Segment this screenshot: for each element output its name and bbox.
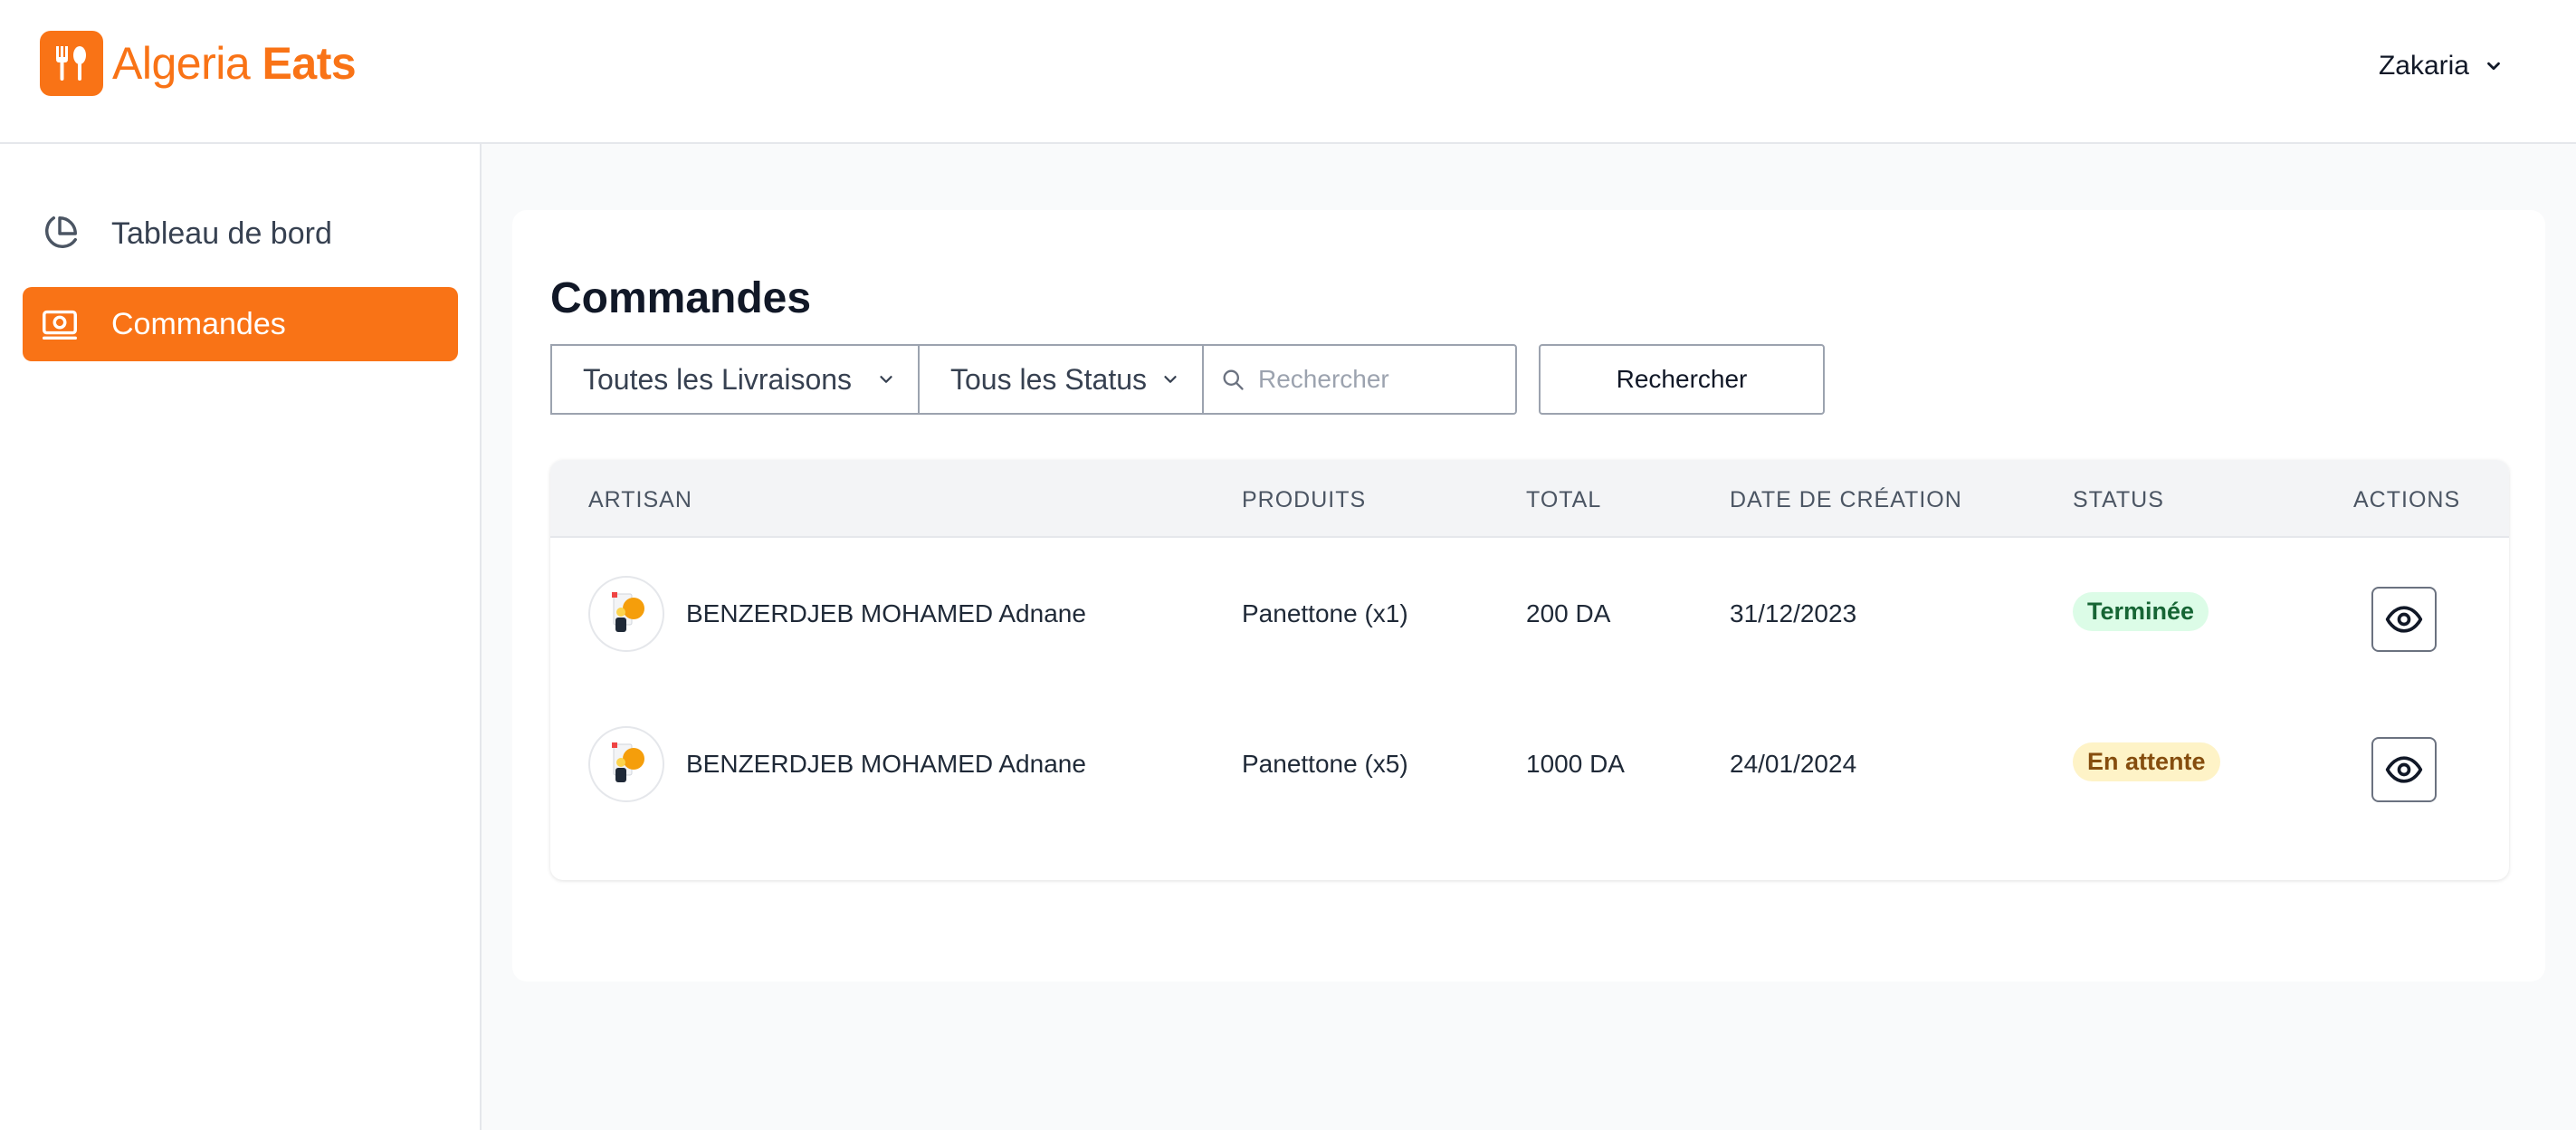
- sidebar-item-orders[interactable]: Commandes: [23, 287, 458, 361]
- artisan-name: BENZERDJEB MOHAMED Adnane: [686, 599, 1086, 627]
- column-header-status: STATUS: [2073, 487, 2164, 512]
- view-order-button[interactable]: [2371, 587, 2437, 652]
- products-cell: Panettone (x1): [1242, 599, 1408, 627]
- chevron-down-icon: [880, 376, 892, 383]
- avatar: [588, 726, 664, 802]
- sidebar-item-label: Tableau de bord: [111, 215, 332, 251]
- brand-name: Algeria Eats: [112, 37, 357, 90]
- search-icon: [1220, 367, 1245, 392]
- user-menu[interactable]: Zakaria: [2379, 51, 2504, 81]
- table-header: ARTISAN PRODUITS TOTAL DATE DE CRÉATION …: [550, 460, 2509, 538]
- column-header-artisan: ARTISAN: [588, 487, 692, 512]
- avatar: [588, 576, 664, 652]
- date-cell: 24/01/2024: [1730, 750, 1857, 778]
- search-input[interactable]: [1258, 365, 1493, 394]
- products-cell: Panettone (x5): [1242, 750, 1408, 778]
- eye-icon: [2385, 606, 2423, 633]
- orders-table: ARTISAN PRODUITS TOTAL DATE DE CRÉATION …: [550, 460, 2509, 880]
- total-cell: 200 DA: [1526, 599, 1611, 627]
- search-box: [1202, 344, 1517, 415]
- date-cell: 31/12/2023: [1730, 599, 1857, 627]
- brand-name-part2: Eats: [262, 38, 357, 89]
- brand-logo[interactable]: Algeria Eats: [40, 31, 357, 96]
- table-row[interactable]: BENZERDJEB MOHAMED Adnane Panettone (x5)…: [550, 688, 2509, 838]
- pie-chart-icon: [37, 211, 82, 256]
- brand-name-part1: Algeria: [112, 38, 251, 89]
- status-badge: En attente: [2073, 742, 2220, 781]
- column-header-date: DATE DE CRÉATION: [1730, 487, 1962, 512]
- chevron-down-icon: [2487, 62, 2500, 71]
- view-order-button[interactable]: [2371, 737, 2437, 802]
- status-badge: Terminée: [2073, 592, 2209, 631]
- status-select[interactable]: Tous les Status: [918, 344, 1204, 415]
- total-cell: 1000 DA: [1526, 750, 1625, 778]
- eye-icon: [2385, 756, 2423, 783]
- money-icon: [37, 302, 82, 347]
- delivery-select-value: Toutes les Livraisons: [583, 362, 853, 396]
- page-title: Commandes: [550, 274, 812, 322]
- sidebar: Tableau de bord Commandes: [0, 144, 482, 1130]
- filters-bar: Toutes les Livraisons Tous les Status Re…: [550, 344, 1825, 415]
- top-header: Algeria Eats Zakaria: [0, 0, 2576, 144]
- artisan-name: BENZERDJEB MOHAMED Adnane: [686, 750, 1086, 778]
- sidebar-item-label: Commandes: [111, 306, 286, 341]
- status-select-value: Tous les Status: [950, 362, 1147, 396]
- table-row[interactable]: BENZERDJEB MOHAMED Adnane Panettone (x1)…: [550, 538, 2509, 688]
- column-header-actions: ACTIONS: [2353, 487, 2461, 512]
- fork-spoon-icon: [40, 31, 103, 96]
- search-button[interactable]: Rechercher: [1539, 344, 1825, 415]
- user-name: Zakaria: [2378, 51, 2469, 81]
- column-header-products: PRODUITS: [1242, 487, 1367, 512]
- column-header-total: TOTAL: [1526, 487, 1602, 512]
- chevron-down-icon: [1164, 376, 1177, 383]
- delivery-select[interactable]: Toutes les Livraisons: [550, 344, 920, 415]
- sidebar-item-dashboard[interactable]: Tableau de bord: [23, 196, 458, 271]
